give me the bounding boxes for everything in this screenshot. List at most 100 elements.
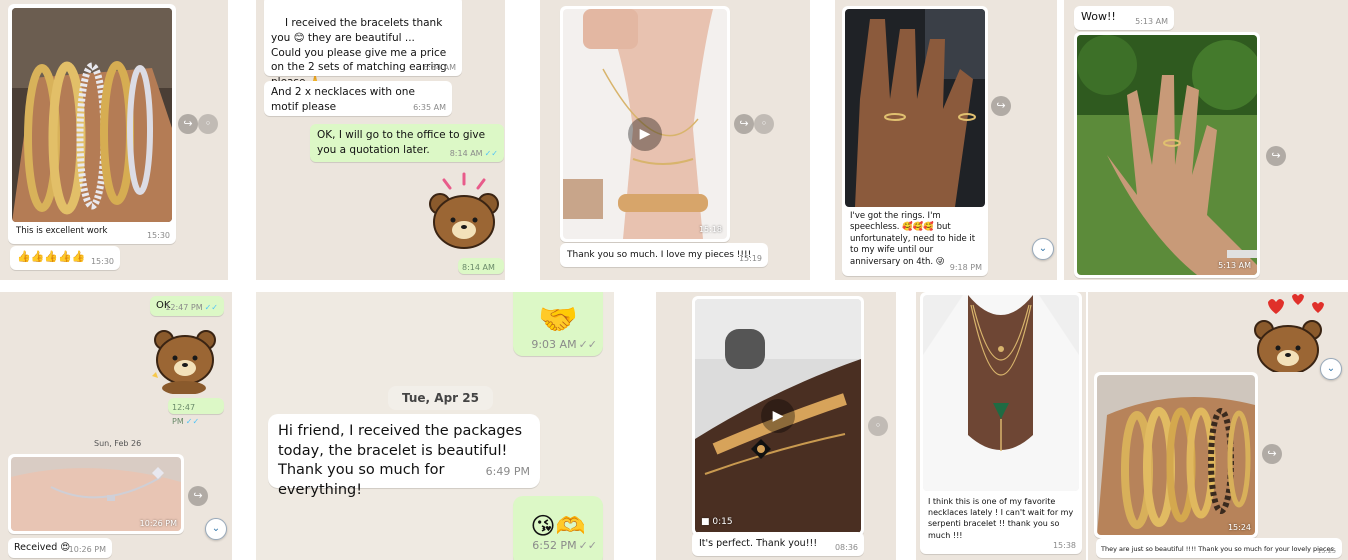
message-time-wrap: 8:14 AM ✓✓ <box>450 149 498 159</box>
message-time-wrap: 6:52 PM ✓✓ <box>532 539 597 554</box>
forward-icon[interactable]: ↪ <box>991 96 1011 116</box>
bracelet-wrist-photo[interactable]: 10:26 PM <box>11 457 181 531</box>
scroll-down-button[interactable]: ⌄ <box>1032 238 1054 260</box>
message-time: 15:19 <box>738 253 762 263</box>
outgoing-message: OK 12:47 PM ✓✓ <box>150 296 224 316</box>
date-divider: Sun, Feb 26 <box>94 439 142 448</box>
chat-panel-10: ⌄ 15:24 ↪ They are just so beautiful !!!… <box>1088 292 1348 560</box>
message-time-wrap: 12:47 PM ✓✓ <box>165 303 218 313</box>
message-text: It's perfect. Thank you!!! <box>699 538 818 549</box>
image-message[interactable]: 10:26 PM <box>8 454 184 534</box>
video-time: 15:18 <box>698 224 722 234</box>
read-ticks-icon: ✓✓ <box>185 417 200 427</box>
message-time: 9:03 AM <box>531 338 577 352</box>
hand-ring-art <box>1077 35 1257 275</box>
video-duration: ■ 0:15 <box>701 517 733 529</box>
forward-icon[interactable]: ↪ <box>1262 444 1282 464</box>
outgoing-emoji-message: 😘🫶 6:52 PM ✓✓ <box>513 496 603 560</box>
image-message[interactable]: This is excellent work 15:30 <box>8 4 176 244</box>
image-message[interactable]: 15:24 <box>1094 372 1258 538</box>
forward-icon[interactable]: ↪ <box>734 114 754 134</box>
photo-time: 15:24 <box>1227 522 1251 532</box>
scroll-down-button[interactable]: ⌄ <box>205 518 227 540</box>
bear-sticker[interactable] <box>426 170 505 256</box>
info-icon[interactable]: ◦ <box>868 416 888 436</box>
message-time: 6:52 PM <box>532 539 577 553</box>
thumbs-emoji: 👍👍👍👍👍 <box>17 250 86 263</box>
read-ticks-icon: ✓✓ <box>578 338 597 352</box>
hand-rings-art <box>845 9 985 207</box>
incoming-message: It's perfect. Thank you!!! 08:36 <box>692 532 864 556</box>
necklaces-photo[interactable] <box>923 295 1079 491</box>
message-time: 8:14 AM <box>449 148 483 158</box>
message-time: 12:47 PM <box>165 302 203 312</box>
message-text: Thank you so much. I love my pieces !!!! <box>567 250 752 260</box>
sticker-time: 12:47 PM ✓✓ <box>168 398 224 426</box>
chat-panel-8: ▶ ■ 0:15 ◦ It's perfect. Thank you!!! 08… <box>656 292 896 560</box>
outgoing-message: OK, I will go to the office to give you … <box>310 124 504 162</box>
video-message[interactable]: ▶ 15:18 <box>560 6 730 242</box>
kiss-hearts-emoji: 😘🫶 <box>530 512 586 540</box>
play-icon[interactable]: ▶ <box>628 117 662 151</box>
incoming-message: Thank you so much. I love my pieces !!!!… <box>560 243 768 267</box>
handshake-emoji: 🤝 <box>538 300 578 338</box>
bracelets-photo-art <box>12 8 172 222</box>
incoming-message: And 2 x necklaces with one motif please … <box>264 81 452 116</box>
message-text: I received the bracelets thank you 😊 the… <box>271 17 447 88</box>
image-message[interactable]: I think this is one of my favorite neckl… <box>920 292 1082 554</box>
incoming-message: They are just so beautiful !!!! Thank yo… <box>1096 538 1342 558</box>
read-ticks-icon: ✓✓ <box>578 539 597 553</box>
stacked-bracelets-photo[interactable]: 15:24 <box>1097 375 1255 535</box>
message-time: 15:25 <box>1317 546 1336 555</box>
forward-icon[interactable]: ↪ <box>178 114 198 134</box>
message-time: 10:26 PM <box>68 544 106 554</box>
image-message[interactable]: I've got the rings. I'm speechless. 🥰🥰🥰 … <box>842 6 988 276</box>
message-time: 8:14 AM <box>462 263 495 272</box>
video-camera-icon: ■ <box>701 517 710 528</box>
message-time: 9:18 PM <box>949 262 982 272</box>
play-icon[interactable]: ▶ <box>761 399 795 433</box>
scroll-down-button[interactable]: ⌄ <box>1320 358 1342 380</box>
hand-rings-photo[interactable] <box>845 9 985 207</box>
message-time: 15:30 <box>146 230 170 240</box>
bear-sticker[interactable] <box>148 326 224 394</box>
message-time: 5:13 AM <box>1135 16 1168 26</box>
bracelet-video-thumbnail[interactable]: ▶ 15:18 <box>563 9 727 239</box>
read-ticks-icon: ✓✓ <box>484 148 498 158</box>
chat-panel-2: I received the bracelets thank you 😊 the… <box>256 0 505 280</box>
message-text: I've got the rings. I'm speechless. 🥰🥰🥰 … <box>850 211 976 267</box>
wrist-video-thumbnail[interactable]: ▶ ■ 0:15 <box>695 299 861 533</box>
message-time: 6:35 AM <box>413 102 446 112</box>
video-message[interactable]: ▶ ■ 0:15 <box>692 296 864 536</box>
incoming-message: I received the bracelets thank you 😊 the… <box>264 0 462 88</box>
message-text: And 2 x necklaces with one motif please <box>271 86 415 113</box>
read-ticks-icon: ✓✓ <box>204 302 218 312</box>
photo-time: 10:26 PM <box>139 518 177 528</box>
sticker-time: 8:14 AM <box>458 258 504 274</box>
image-caption: This is excellent work <box>16 226 108 236</box>
message-time: 6:34 AM <box>423 62 456 72</box>
forward-icon[interactable]: ↪ <box>188 486 208 506</box>
message-time-wrap: 9:03 AM ✓✓ <box>531 338 597 353</box>
message-text: I think this is one of my favorite neckl… <box>928 497 1074 540</box>
outgoing-emoji-message: 🤝 9:03 AM ✓✓ <box>513 292 603 356</box>
message-time: 15:30 <box>90 256 114 266</box>
message-text: Wow!! <box>1081 10 1116 23</box>
message-time: 08:36 <box>834 542 858 552</box>
date-divider: Tue, Apr 25 <box>388 386 493 410</box>
message-text: Received 😍 <box>14 542 71 553</box>
hand-ring-photo[interactable]: 5:13 AM <box>1077 35 1257 275</box>
info-icon[interactable]: ◦ <box>198 114 218 134</box>
forward-icon[interactable]: ↪ <box>1266 146 1286 166</box>
image-message[interactable]: 5:13 AM <box>1074 32 1260 278</box>
thumbs-message: 👍👍👍👍👍 15:30 <box>10 246 120 270</box>
message-time: 15:38 <box>1052 540 1076 550</box>
message-time: 6:49 PM <box>485 465 530 479</box>
chat-panel-4: I've got the rings. I'm speechless. 🥰🥰🥰 … <box>835 0 1057 280</box>
bracelets-photo[interactable] <box>12 8 172 222</box>
chat-panel-5: Wow!! 5:13 AM 5:13 AM ↪ <box>1064 0 1348 280</box>
message-text: Hi friend, I received the packages today… <box>278 423 523 498</box>
chat-panel-6: OK 12:47 PM ✓✓ 12:47 PM ✓✓ Sun, Feb 26 10:… <box>0 292 232 560</box>
necklaces-art <box>923 295 1079 491</box>
info-icon[interactable]: ◦ <box>754 114 774 134</box>
